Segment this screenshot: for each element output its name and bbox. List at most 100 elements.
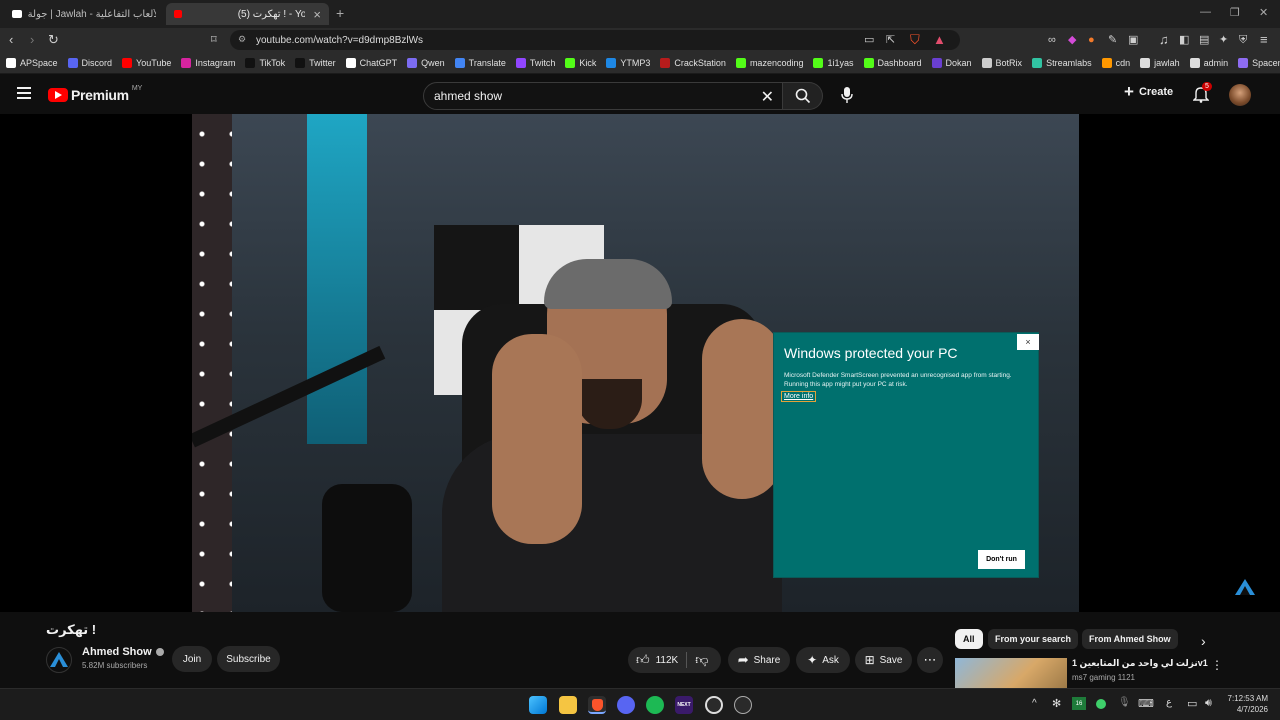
tray-status-icon[interactable] [1096,699,1106,709]
new-tab-button[interactable]: + [336,5,344,21]
more-info-link[interactable]: More info [781,391,817,402]
language-indicator[interactable]: ع [1166,697,1172,708]
bookmark-dashboard[interactable]: Dashboard [863,57,922,68]
extension-puzzle-icon[interactable]: ✎ [1108,32,1117,48]
like-button[interactable]: 👍︎ 112K [636,652,678,668]
tray-mic-icon[interactable]: 🎙︎ [1118,697,1131,708]
subscribe-button[interactable]: Subscribe [217,646,280,672]
leo-ai-icon[interactable]: ✦ [1219,32,1228,48]
address-bar[interactable]: ⚙ youtube.com/watch?v=d9dmp8BzlWs [230,30,960,50]
bookmark-kick[interactable]: Kick [565,57,596,68]
bookmark-jawlah[interactable]: jawlah [1140,57,1180,68]
bookmark-ytmp3[interactable]: YTMP3 [606,57,650,68]
hamburger-menu-icon[interactable] [17,87,31,99]
extension-orange-icon[interactable]: ● [1088,32,1095,48]
network-icon[interactable]: ▭ [1187,697,1197,710]
bookmark-apspace[interactable]: APSpace [6,57,58,68]
youtube-premium-logo[interactable]: Premium MY [48,85,142,103]
chip-from-ahmed-show[interactable]: From Ahmed Show [1082,629,1178,649]
clear-search-icon[interactable]: ✕ [761,87,774,107]
obs-taskbar-icon[interactable] [734,696,752,714]
file-explorer-icon[interactable] [559,696,577,714]
join-button[interactable]: Join [172,646,212,672]
bookmark-instagram[interactable]: Instagram [181,57,235,68]
avatar[interactable] [1229,84,1251,106]
share-page-icon[interactable]: ⇱ [886,32,895,48]
bookmark-admin[interactable]: admin [1189,57,1228,68]
bookmark-translate[interactable]: Translate [454,57,506,68]
dialog-close-button[interactable]: × [1017,334,1039,350]
bookmark-twitch[interactable]: Twitch [515,57,555,68]
next-app-icon[interactable]: NEXT [675,696,693,714]
menu-icon[interactable]: ≡ [1260,32,1268,48]
forward-icon[interactable]: › [30,32,34,48]
recommended-title[interactable]: نزلت لي واحد من المتابعين 1v1 [1072,658,1208,669]
bookmark-dokan[interactable]: Dokan [931,57,972,68]
tray-settings-icon[interactable]: ✻ [1052,697,1061,710]
dislike-button[interactable]: 👎︎ [695,652,708,668]
back-icon[interactable]: ‹ [9,32,13,48]
bookmark-qwen[interactable]: Qwen [407,57,445,68]
chip-from-your-search[interactable]: From your search [988,629,1079,649]
volume-icon[interactable]: 🔊︎ [1205,697,1212,710]
create-button[interactable]: + Create [1124,83,1173,100]
bookmark-twitter[interactable]: Twitter [295,57,336,68]
music-icon[interactable]: ♫ [1159,32,1169,48]
extension-glasses-icon[interactable]: ∞ [1048,32,1056,48]
search-button[interactable] [783,82,823,110]
channel-name-link[interactable]: Ahmed Show [82,646,164,658]
clock[interactable]: 7:12:53 AM 4/7/2026 [1224,694,1268,714]
chips-next-icon[interactable]: › [1201,633,1206,649]
ask-button[interactable]: ✦ Ask [796,647,850,673]
sidebar-icon[interactable]: ◧ [1179,32,1189,48]
tab-jawlah[interactable]: جولة | Jawlah - منصة الألعاب التفاعلية [4,3,164,25]
bookmark-discord[interactable]: Discord [67,57,112,68]
chip-all[interactable]: All [955,629,983,649]
extension-shield-icon[interactable]: ◆ [1068,32,1076,48]
save-button[interactable]: ⊞ Save [855,647,912,673]
bookmark-1i1yas[interactable]: 1i1yas [813,57,854,68]
discord-taskbar-icon[interactable] [617,696,635,714]
tab-youtube[interactable]: (5) تهكرت ! - YouTube × [166,3,329,25]
recommended-menu-icon[interactable]: ⋮ [1211,658,1223,672]
dont-run-button[interactable]: Don't run [978,550,1025,569]
bookmark-spacemail[interactable]: Spacemail [1238,57,1280,68]
bookmark-youtube[interactable]: YouTube [122,57,171,68]
tray-badge-icon[interactable]: 16 [1072,697,1086,710]
more-actions-icon[interactable]: ⋯ [917,647,943,673]
bookmark-streamlabs[interactable]: Streamlabs [1032,57,1092,68]
wallet-icon[interactable]: ▤ [1199,32,1209,48]
brave-shields-icon[interactable]: ⛉ [910,32,920,48]
close-tab-icon[interactable]: × [305,7,321,22]
voice-search-button[interactable] [840,86,854,109]
tray-overflow-icon[interactable]: ^ [1032,698,1037,709]
brave-rewards-icon[interactable]: ▲ [933,32,946,48]
extension-box-icon[interactable]: ▣ [1128,32,1138,48]
steam-taskbar-icon[interactable] [705,696,723,714]
minimize-icon[interactable]: — [1200,6,1211,18]
spotify-taskbar-icon[interactable] [646,696,664,714]
bookmark-tiktok[interactable]: TikTok [245,57,285,68]
bookmark-mazencoding[interactable]: mazencoding [735,57,803,68]
brave-taskbar-icon[interactable] [588,696,606,714]
bookmark-botrix[interactable]: BotRix [981,57,1022,68]
notifications-button[interactable]: 5 [1192,82,1212,108]
close-window-icon[interactable]: ✕ [1259,6,1268,19]
bookmark-favicon-icon [1189,57,1200,68]
bookmark-icon[interactable]: ⌑ [211,32,217,48]
site-info-icon[interactable]: ⚙ [238,34,246,45]
restore-icon[interactable]: ❐ [1230,6,1240,19]
windows-start-icon[interactable] [529,696,547,714]
share-button[interactable]: ➦ Share [728,647,790,673]
bookmark-cdn[interactable]: cdn [1101,57,1130,68]
cast-icon[interactable]: ▭ [864,32,874,48]
recommended-thumbnail[interactable] [955,658,1067,688]
channel-avatar[interactable] [46,647,72,673]
channel-watermark-icon[interactable] [1234,578,1256,601]
bookmark-chatgpt[interactable]: ChatGPT [345,57,397,68]
reload-icon[interactable]: ↻ [48,32,59,48]
tray-keyboard-icon[interactable]: ⌨ [1138,697,1154,710]
search-input[interactable]: ahmed show ✕ [423,82,783,110]
bookmark-crackstation[interactable]: CrackStation [660,57,726,68]
vpn-icon[interactable]: ⛨ [1239,32,1247,48]
